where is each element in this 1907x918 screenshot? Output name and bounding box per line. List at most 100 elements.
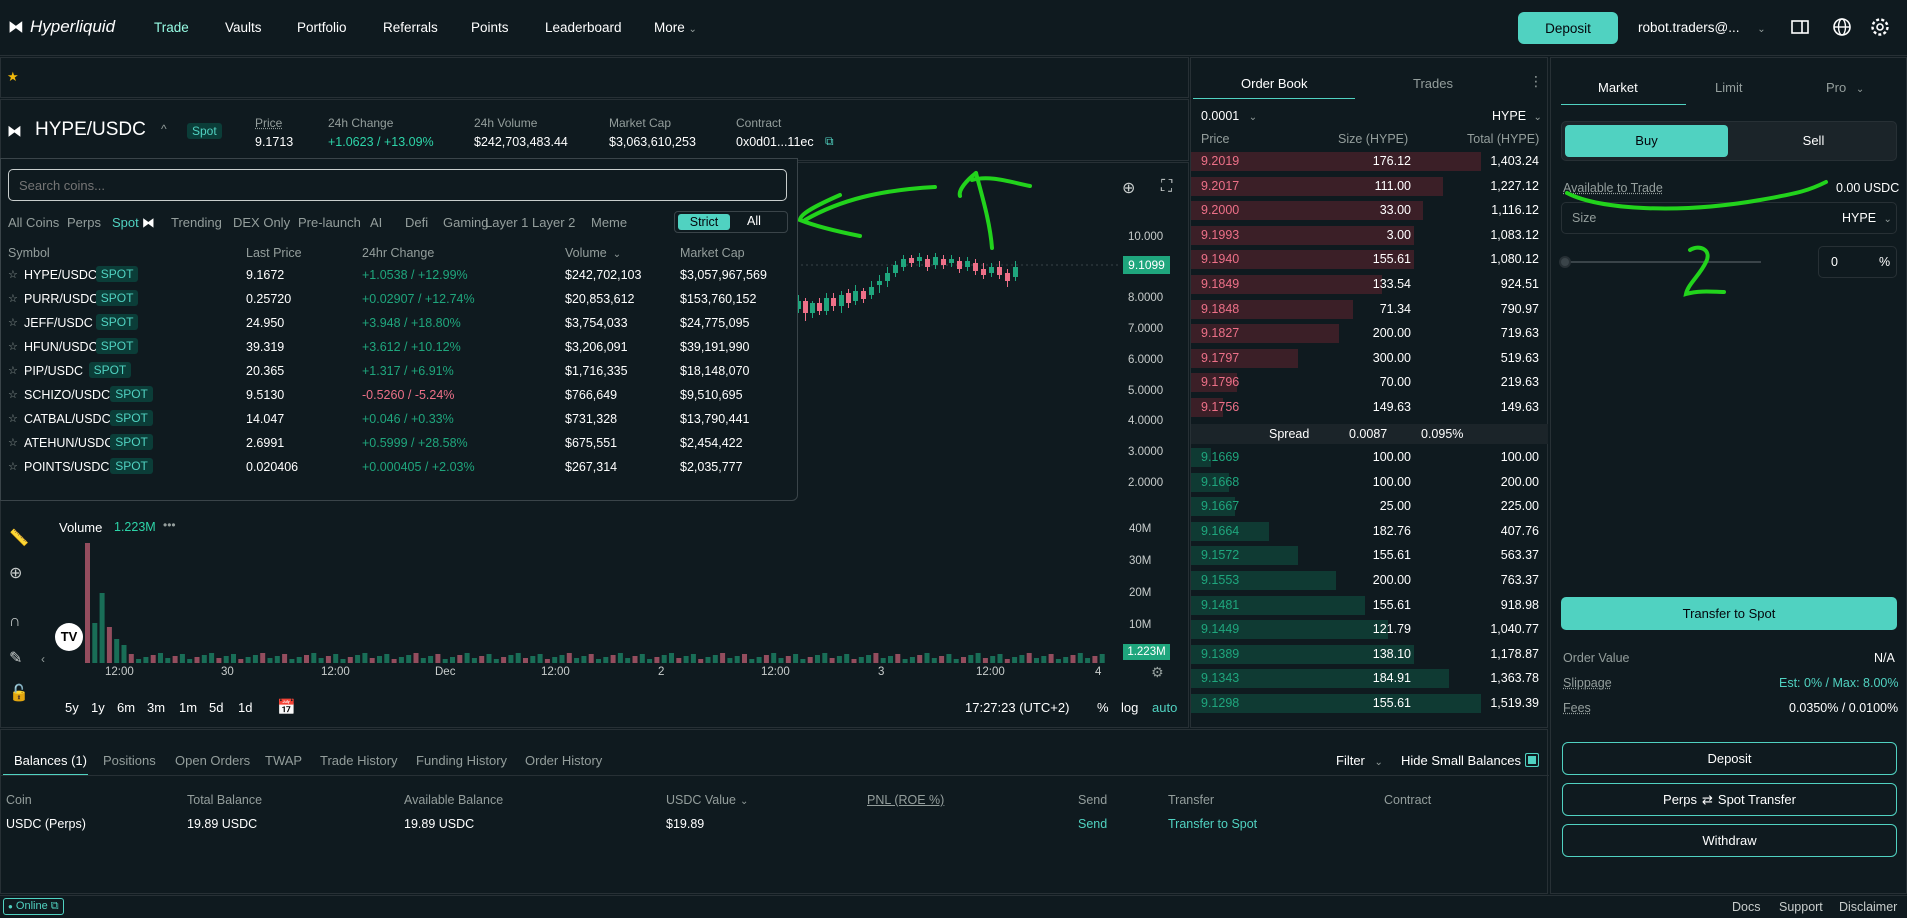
star-icon[interactable]: ☆ <box>8 412 18 425</box>
coin-col-24hr-change[interactable]: 24hr Change <box>362 246 434 260</box>
indicator-icon[interactable]: ⊕ <box>1122 178 1135 198</box>
size-slider[interactable] <box>1567 261 1761 263</box>
star-icon[interactable]: ☆ <box>8 388 18 401</box>
ruler-icon[interactable]: 📏 <box>9 528 29 548</box>
filter-gaming[interactable]: Gaming <box>443 215 489 230</box>
filter-dex-only[interactable]: DEX Only <box>233 215 290 230</box>
filter-layer-1[interactable]: Layer 1 <box>485 215 528 230</box>
coin-row[interactable]: ☆ PURR/USDC SPOT 0.25720 +0.02907 / +12.74% $… <box>1 288 791 312</box>
strict-button[interactable]: Strict <box>678 214 730 230</box>
bid-row[interactable]: 9.1667 25.00 225.00 <box>1191 495 1548 519</box>
tab-pro[interactable]: Pro ⌄ <box>1826 80 1864 95</box>
settings-icon[interactable]: ⚙ <box>1151 664 1164 681</box>
star-icon[interactable]: ☆ <box>8 268 18 281</box>
bottom-tab-2[interactable]: Open Orders <box>175 753 250 768</box>
all-button[interactable]: All <box>747 214 761 228</box>
tick-size-select[interactable]: 0.0001 ⌄ <box>1201 109 1257 123</box>
lock-icon[interactable]: 🔓 <box>9 683 29 703</box>
globe-icon[interactable] <box>1832 17 1852 37</box>
bottom-tab-4[interactable]: Trade History <box>320 753 398 768</box>
slider-handle[interactable] <box>1559 256 1571 268</box>
bid-row[interactable]: 9.1664 182.76 407.76 <box>1191 520 1548 544</box>
tab-trades[interactable]: Trades <box>1413 76 1453 91</box>
range-5d[interactable]: 5d <box>209 700 223 715</box>
tab-limit[interactable]: Limit <box>1715 80 1742 95</box>
nav-portfolio[interactable]: Portfolio <box>297 20 347 35</box>
star-icon[interactable]: ☆ <box>8 340 18 353</box>
ask-row[interactable]: 9.1848 71.34 790.97 <box>1191 298 1548 322</box>
chevron-up-icon[interactable]: ^ <box>161 122 167 136</box>
range-1d[interactable]: 1d <box>238 700 252 715</box>
coin-col-market-cap[interactable]: Market Cap <box>680 246 745 260</box>
ask-row[interactable]: 9.1849 133.54 924.51 <box>1191 273 1548 297</box>
footer-disclaimer[interactable]: Disclaimer <box>1839 900 1897 914</box>
filter-ai[interactable]: AI <box>370 215 382 230</box>
tab-order-book[interactable]: Order Book <box>1241 76 1307 91</box>
filter-select[interactable]: Filter ⌄ <box>1336 753 1383 768</box>
bid-row[interactable]: 9.1572 155.61 563.37 <box>1191 544 1548 568</box>
deposit-button[interactable]: Deposit <box>1518 12 1618 44</box>
ask-row[interactable]: 9.1796 70.00 219.63 <box>1191 371 1548 395</box>
filter-pre-launch[interactable]: Pre-launch <box>298 215 361 230</box>
more-icon[interactable]: ••• <box>163 518 176 532</box>
bottom-tab-6[interactable]: Order History <box>525 753 602 768</box>
coin-row[interactable]: ☆ ATEHUN/USDC SPOT 2.6991 +0.5999 / +28.58% $… <box>1 432 791 456</box>
transfer-to-spot-button[interactable]: Transfer to Spot <box>1561 597 1897 630</box>
bottom-tab-0[interactable]: Balances (1) <box>14 753 87 768</box>
chevron-left-icon[interactable]: ‹ <box>41 652 45 666</box>
footer-docs[interactable]: Docs <box>1732 900 1760 914</box>
filter-trending[interactable]: Trending <box>171 215 222 230</box>
fullscreen-icon[interactable]: ⛶ <box>1161 178 1172 196</box>
coin-row[interactable]: ☆ JEFF/USDC SPOT 24.950 +3.948 / +18.80% $3,7… <box>1 312 791 336</box>
pencil-lock-icon[interactable]: ✎ <box>9 648 22 668</box>
hide-small-checkbox[interactable] <box>1525 753 1539 767</box>
ask-row[interactable]: 9.2017 111.00 1,227.12 <box>1191 175 1548 199</box>
calendar-icon[interactable]: 📅 <box>277 698 296 716</box>
contract-value[interactable]: 0x0d01...11ec <box>736 135 814 149</box>
bottom-tab-5[interactable]: Funding History <box>416 753 507 768</box>
logo[interactable]: ⧓ Hyperliquid <box>8 17 115 37</box>
ask-row[interactable]: 9.2019 176.12 1,403.24 <box>1191 150 1548 174</box>
bid-row[interactable]: 9.1449 121.79 1,040.77 <box>1191 618 1548 642</box>
nav-more[interactable]: More ⌄ <box>654 20 697 35</box>
coin-row[interactable]: ☆ CATBAL/USDC SPOT 14.047 +0.046 / +0.33% $73… <box>1 408 791 432</box>
footer-support[interactable]: Support <box>1779 900 1823 914</box>
coin-row[interactable]: ☆ HFUN/USDC SPOT 39.319 +3.612 / +10.12% $3,2… <box>1 336 791 360</box>
bid-row[interactable]: 9.1298 155.61 1,519.39 <box>1191 692 1548 716</box>
send-link[interactable]: Send <box>1078 817 1107 831</box>
filter-layer-2[interactable]: Layer 2 <box>532 215 575 230</box>
range-6m[interactable]: 6m <box>117 700 135 715</box>
user-account-menu[interactable]: robot.traders@... ⌄ <box>1638 20 1766 35</box>
bid-row[interactable]: 9.1668 100.00 200.00 <box>1191 471 1548 495</box>
gear-icon[interactable] <box>1870 17 1890 37</box>
range-3m[interactable]: 3m <box>147 700 165 715</box>
tab-market[interactable]: Market <box>1598 80 1638 95</box>
buy-button[interactable]: Buy <box>1565 125 1728 157</box>
star-icon[interactable]: ★ <box>7 69 19 85</box>
percent-toggle[interactable]: % <box>1097 700 1109 715</box>
bid-row[interactable]: 9.1553 200.00 763.37 <box>1191 569 1548 593</box>
filter-spot[interactable]: Spot ⧓ <box>112 215 155 231</box>
size-unit-select[interactable]: HYPE ⌄ <box>1842 211 1892 225</box>
kebab-menu-icon[interactable]: ⋮ <box>1529 73 1543 90</box>
deposit-outline-button[interactable]: Deposit <box>1562 742 1897 775</box>
coin-row[interactable]: ☆ PIP/USDC SPOT 20.365 +1.317 / +6.91% $1,716… <box>1 360 791 384</box>
bid-row[interactable]: 9.1481 155.61 918.98 <box>1191 594 1548 618</box>
bottom-tab-1[interactable]: Positions <box>103 753 156 768</box>
range-1m[interactable]: 1m <box>179 700 197 715</box>
star-icon[interactable]: ☆ <box>8 292 18 305</box>
star-icon[interactable]: ☆ <box>8 316 18 329</box>
bottom-tab-3[interactable]: TWAP <box>265 753 302 768</box>
bid-row[interactable]: 9.1669 100.00 100.00 <box>1191 446 1548 470</box>
coin-row[interactable]: ☆ HYPE/USDC SPOT 9.1672 +1.0538 / +12.99% $24… <box>1 264 791 288</box>
star-icon[interactable]: ☆ <box>8 436 18 449</box>
nav-points[interactable]: Points <box>471 20 509 35</box>
filter-perps[interactable]: Perps <box>67 215 101 230</box>
filter-meme[interactable]: Meme <box>591 215 627 230</box>
nav-trade[interactable]: Trade <box>154 20 189 35</box>
magnet-icon[interactable]: ∩ <box>9 613 21 631</box>
nav-leaderboard[interactable]: Leaderboard <box>545 20 622 35</box>
bid-row[interactable]: 9.1343 184.91 1,363.78 <box>1191 667 1548 691</box>
search-coins-input[interactable] <box>8 169 787 201</box>
unit-select[interactable]: HYPE ⌄ <box>1492 109 1542 123</box>
